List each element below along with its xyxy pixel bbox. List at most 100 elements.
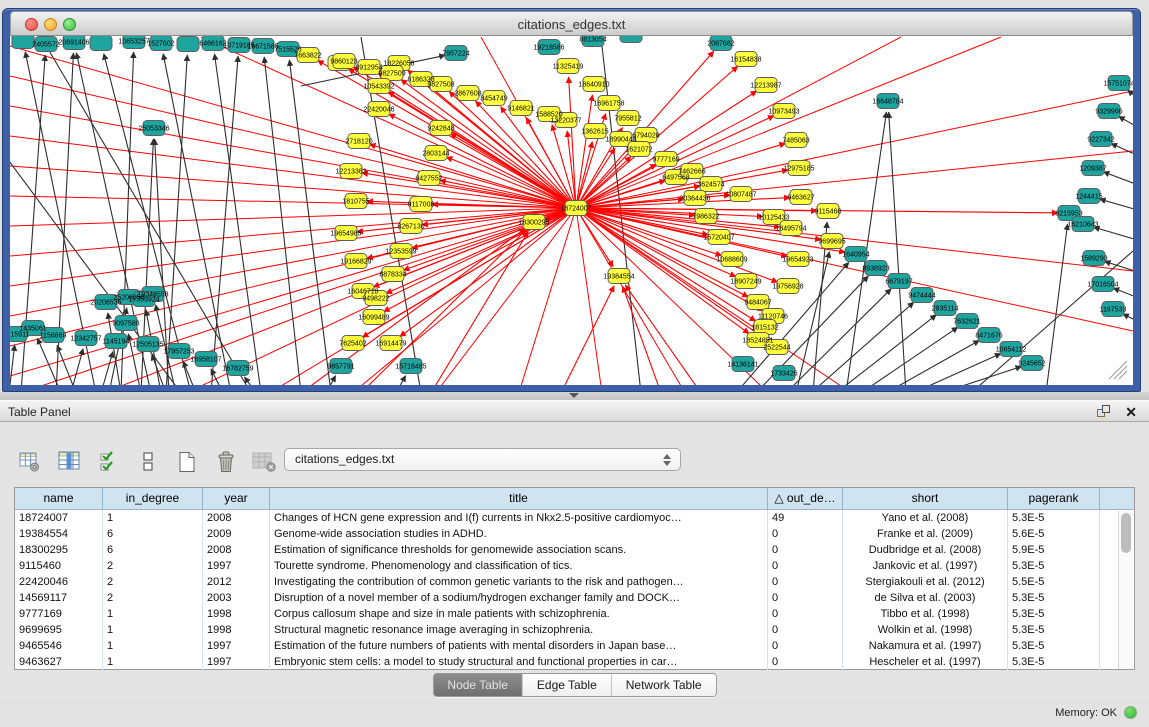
table-cell[interactable]: 9699695 xyxy=(15,622,103,638)
table-cell[interactable]: 22420046 xyxy=(15,574,103,590)
table-cell[interactable]: de Silva et al. (2003) xyxy=(843,590,1008,606)
column-header-short[interactable]: short xyxy=(843,488,1008,509)
vertical-scrollbar[interactable] xyxy=(1118,511,1133,669)
table-row[interactable]: 977716911998Corpus callosum shape and si… xyxy=(15,606,1134,622)
table-cell[interactable]: 19384554 xyxy=(15,526,103,542)
table-cell[interactable]: Embryonic stem cells: a model to study s… xyxy=(270,654,768,670)
table-cell[interactable]: 1 xyxy=(103,638,203,654)
table-row[interactable]: 1456911722003Disruption of a novel membe… xyxy=(15,590,1134,606)
table-cell[interactable]: 5.3E-5 xyxy=(1008,654,1100,670)
table-cell[interactable]: Estimation of the future numbers of pati… xyxy=(270,638,768,654)
close-panel-icon[interactable]: ✕ xyxy=(1125,403,1137,421)
table-cell[interactable]: 2 xyxy=(103,590,203,606)
table-cell[interactable]: 1 xyxy=(103,654,203,670)
table-cell[interactable]: 2009 xyxy=(203,526,270,542)
table-cell[interactable]: 2008 xyxy=(203,510,270,526)
table-cell[interactable]: 9777169 xyxy=(15,606,103,622)
table-settings-icon[interactable] xyxy=(18,450,44,474)
table-cell[interactable]: 0 xyxy=(768,542,843,558)
table-cell[interactable]: 0 xyxy=(768,526,843,542)
table-cell[interactable]: 1997 xyxy=(203,558,270,574)
table-row[interactable]: 1872400712008Changes of HCN gene express… xyxy=(15,510,1134,526)
table-cell[interactable]: Disruption of a novel member of a sodium… xyxy=(270,590,768,606)
table-cell[interactable]: 18724007 xyxy=(15,510,103,526)
table-cell[interactable]: 18300295 xyxy=(15,542,103,558)
table-cell[interactable]: 5.9E-5 xyxy=(1008,542,1100,558)
table-cell[interactable]: 5.3E-5 xyxy=(1008,558,1100,574)
table-cell[interactable]: 0 xyxy=(768,654,843,670)
column-header-in_degree[interactable]: in_degree xyxy=(103,488,203,509)
table-cell[interactable]: 9115460 xyxy=(15,558,103,574)
column-header-pagerank[interactable]: pagerank xyxy=(1008,488,1100,509)
table-cell[interactable]: 5.6E-5 xyxy=(1008,526,1100,542)
table-row[interactable]: 946362711997Embryonic stem cells: a mode… xyxy=(15,654,1134,670)
show-column-icon[interactable] xyxy=(57,450,83,474)
citation-network-graph[interactable]: 2405572206914061065325715276026466162107… xyxy=(10,36,1133,385)
split-divider-handle[interactable] xyxy=(569,393,579,398)
table-cell[interactable]: 2 xyxy=(103,558,203,574)
column-header-year[interactable]: year xyxy=(203,488,270,509)
new-table-icon[interactable] xyxy=(174,450,200,474)
table-cell[interactable]: 2003 xyxy=(203,590,270,606)
table-selector-dropdown[interactable]: citations_edges.txt xyxy=(284,448,681,471)
table-cell[interactable]: 0 xyxy=(768,622,843,638)
table-cell[interactable]: 0 xyxy=(768,558,843,574)
table-cell[interactable]: Tibbo et al. (1998) xyxy=(843,606,1008,622)
table-cell[interactable]: Hescheler et al. (1997) xyxy=(843,654,1008,670)
table-row[interactable]: 969969511998Structural magnetic resonanc… xyxy=(15,622,1134,638)
table-cell[interactable]: 5.3E-5 xyxy=(1008,510,1100,526)
table-row[interactable]: 2242004622012Investigating the contribut… xyxy=(15,574,1134,590)
table-cell[interactable]: Investigating the contribution of common… xyxy=(270,574,768,590)
table-cell[interactable]: 1997 xyxy=(203,638,270,654)
table-cell[interactable]: Tourette syndrome. Phenomenology and cla… xyxy=(270,558,768,574)
table-cell[interactable]: Changes of HCN gene expression and I(f) … xyxy=(270,510,768,526)
delete-table-icon[interactable] xyxy=(213,450,239,474)
network-canvas[interactable]: 2405572206914061065325715276026466162107… xyxy=(10,36,1133,385)
table-cell[interactable]: 1997 xyxy=(203,654,270,670)
table-row[interactable]: 1938455462009Genome-wide association stu… xyxy=(15,526,1134,542)
column-header-name[interactable]: name xyxy=(15,488,103,509)
table-row[interactable]: 911546021997Tourette syndrome. Phenomeno… xyxy=(15,558,1134,574)
float-panel-icon[interactable] xyxy=(1097,405,1111,418)
table-cell[interactable]: 14569117 xyxy=(15,590,103,606)
table-cell[interactable]: 5.3E-5 xyxy=(1008,638,1100,654)
network-node[interactable] xyxy=(620,36,642,43)
table-cell[interactable]: Genome-wide association studies in ADHD. xyxy=(270,526,768,542)
table-cell[interactable]: 0 xyxy=(768,590,843,606)
table-cell[interactable]: 1998 xyxy=(203,606,270,622)
table-cell[interactable]: 2 xyxy=(103,574,203,590)
select-columns-icon[interactable] xyxy=(96,450,122,474)
table-cell[interactable]: 5.5E-5 xyxy=(1008,574,1100,590)
split-divider[interactable] xyxy=(0,392,1149,400)
table-cell[interactable]: 0 xyxy=(768,574,843,590)
table-cell[interactable]: 6 xyxy=(103,542,203,558)
table-cell[interactable]: 2012 xyxy=(203,574,270,590)
table-cell[interactable]: Corpus callosum shape and size in male p… xyxy=(270,606,768,622)
tab-edge-table[interactable]: Edge Table xyxy=(523,674,612,696)
table-cell[interactable]: Jankovic et al. (1997) xyxy=(843,558,1008,574)
table-cell[interactable]: 5.3E-5 xyxy=(1008,606,1100,622)
network-node[interactable] xyxy=(177,37,199,52)
tab-node-table[interactable]: Node Table xyxy=(433,674,523,696)
table-cell[interactable]: Structural magnetic resonance image aver… xyxy=(270,622,768,638)
table-cell[interactable]: 9465546 xyxy=(15,638,103,654)
scrollbar-thumb[interactable] xyxy=(1121,513,1131,553)
network-window-titlebar[interactable]: citations_edges.txt xyxy=(10,11,1133,36)
table-cell[interactable]: 49 xyxy=(768,510,843,526)
table-row[interactable]: 1830029562008Estimation of significance … xyxy=(15,542,1134,558)
column-header-out_de[interactable]: △ out_de… xyxy=(768,488,843,509)
table-cell[interactable]: 1998 xyxy=(203,622,270,638)
table-cell[interactable]: 0 xyxy=(768,606,843,622)
tab-network-table[interactable]: Network Table xyxy=(612,674,716,696)
network-node[interactable] xyxy=(90,36,112,51)
network-node[interactable] xyxy=(12,36,34,49)
table-cell[interactable]: 0 xyxy=(768,638,843,654)
table-cell[interactable]: Wolkin et al. (1998) xyxy=(843,622,1008,638)
table-row[interactable]: 946554611997Estimation of the future num… xyxy=(15,638,1134,654)
table-cell[interactable]: 6 xyxy=(103,526,203,542)
table-cell[interactable]: Nakamura et al. (1997) xyxy=(843,638,1008,654)
table-cell[interactable]: Estimation of significance thresholds fo… xyxy=(270,542,768,558)
column-header-title[interactable]: title xyxy=(270,488,768,509)
table-cell[interactable]: 5.3E-5 xyxy=(1008,590,1100,606)
table-cell[interactable]: 2008 xyxy=(203,542,270,558)
